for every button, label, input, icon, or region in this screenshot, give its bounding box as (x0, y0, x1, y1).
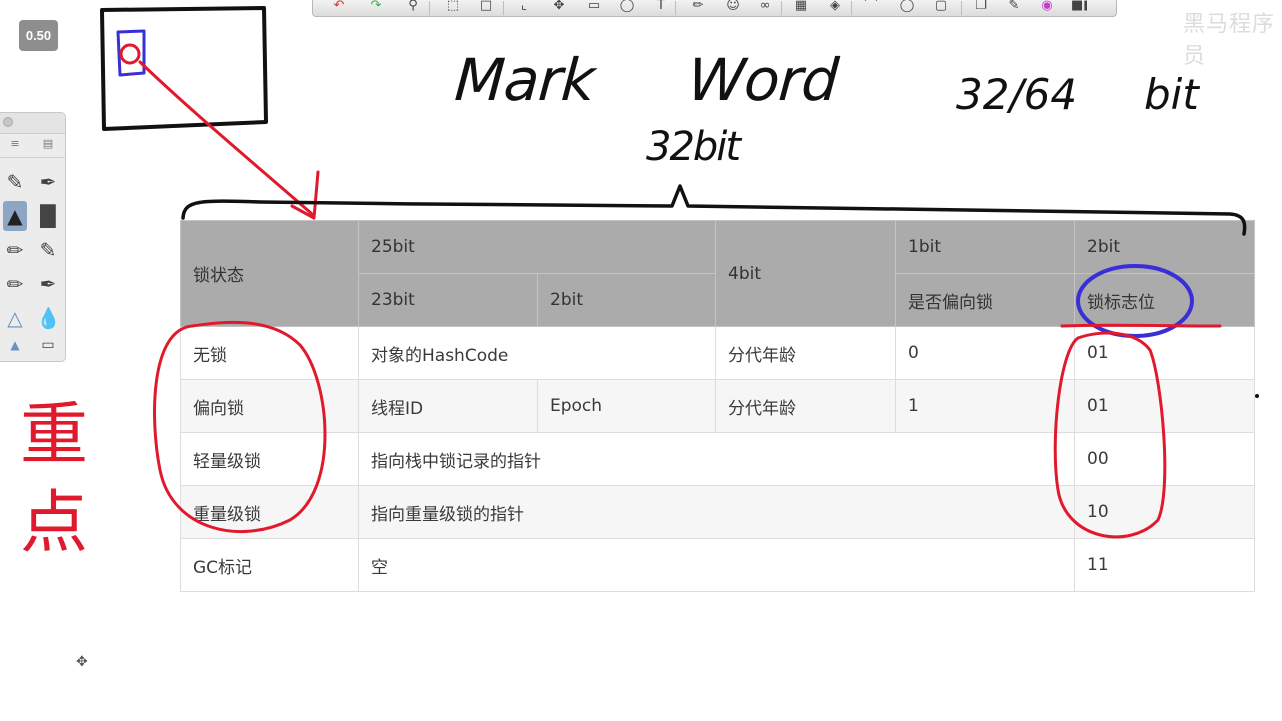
row-state: 无锁 (180, 326, 359, 380)
row-biased: 1 (895, 379, 1075, 433)
bits-unit-label: bit (1144, 70, 1199, 119)
row-age: 分代年龄 (715, 379, 896, 433)
brush-pen-icon[interactable]: ✏ (3, 269, 27, 299)
crop-icon[interactable]: ⌞ (516, 0, 532, 12)
header-1bit: 1bit (895, 220, 1075, 274)
airbrush-icon[interactable]: △ (3, 303, 27, 333)
pencil-icon[interactable]: ✎ (3, 167, 27, 197)
cylinder-icon[interactable]: ◯ (619, 0, 635, 12)
header-lock-flag: 锁标志位 (1074, 273, 1255, 327)
zoom-level-badge: 0.50 (19, 20, 58, 51)
row-state: 重量级锁 (180, 485, 359, 539)
row-state: 轻量级锁 (180, 432, 359, 486)
triangle-icon[interactable]: ▲ (3, 335, 27, 355)
marker-icon[interactable]: ▲ (3, 201, 27, 231)
mark-word-title-left: Mark (452, 46, 597, 114)
row-content: 指向栈中锁记录的指针 (358, 432, 1075, 486)
header-25bit: 25bit (358, 220, 716, 274)
top-toolbar: ↶ ↷ ⚲ ⬚ □ ⌞ ✥ ▭ ◯ T ✏ ☺ ∞ ▦ ◈ ⌒ ◯ ▢ ❐ ✎ … (312, 0, 1117, 17)
row-content: 空 (358, 538, 1075, 592)
calligraphy-icon[interactable]: ✒ (36, 269, 60, 299)
watermark-logo: 黑马程序员 (1183, 12, 1276, 69)
header-4bit: 4bit (715, 220, 896, 327)
curve-icon[interactable]: ⌒ (863, 0, 879, 12)
crosshair-cursor-icon: ✥ (76, 654, 88, 670)
eraser-icon[interactable]: ▭ (36, 335, 60, 355)
table-row: GC标记 空 11 (180, 538, 1255, 592)
perspective-icon[interactable]: ◈ (827, 0, 843, 12)
row-state: 偏向锁 (180, 379, 359, 433)
row-content: 指向重量级锁的指针 (358, 485, 1075, 539)
sliders-icon[interactable]: ≡ (6, 137, 24, 151)
redo-icon[interactable]: ↷ (368, 0, 384, 12)
row-content: 对象的HashCode (358, 326, 716, 380)
color-wheel-icon[interactable]: ◉ (1039, 0, 1055, 12)
row-flag: 00 (1074, 432, 1255, 486)
mark-word-title-right: Word (685, 46, 840, 114)
brush-library-icon[interactable]: ✎ (1006, 0, 1022, 12)
zoom-icon[interactable]: ⚲ (405, 0, 421, 12)
brush-tool-panel: ≡ ▤ ✎ ✒ ▲ █ ✏ ✎ ✏ ✒ △ 💧 ▲ ▭ (0, 112, 66, 362)
table-row: 轻量级锁 指向栈中锁记录的指针 00 (180, 432, 1255, 486)
object-box-sketch (100, 6, 268, 131)
brace-32bit-label: 32bit (646, 124, 741, 170)
emoji-icon[interactable]: ☺ (725, 0, 741, 12)
more-icon[interactable]: ■■ (1071, 0, 1087, 12)
header-2bit: 2bit (1074, 220, 1255, 274)
header-23bit: 23bit (358, 273, 538, 327)
row-flag: 01 (1074, 379, 1255, 433)
header-box-sketch (116, 29, 146, 77)
panel-tabs: ≡ ▤ (0, 133, 66, 158)
fountain-pen-icon[interactable]: ✒ (36, 167, 60, 197)
marquee-icon[interactable]: □ (478, 0, 494, 12)
row-thread-id: 线程ID (358, 379, 538, 433)
highlighter-icon[interactable]: █ (36, 201, 60, 231)
row-age: 分代年龄 (715, 326, 896, 380)
ruler-icon[interactable]: ✏ (690, 0, 706, 12)
brush-list-icon[interactable]: ▤ (39, 137, 57, 151)
table-row: 无锁 对象的HashCode 分代年龄 0 01 (180, 326, 1255, 380)
table-header-row: 锁状态 25bit 4bit 1bit 2bit (180, 220, 1255, 327)
row-epoch: Epoch (537, 379, 716, 433)
text-icon[interactable]: T (653, 0, 669, 12)
row-flag: 10 (1074, 485, 1255, 539)
transform-icon[interactable]: ✥ (551, 0, 567, 12)
blender-icon[interactable]: 💧 (36, 303, 61, 333)
bits-size-label: 32/64 (956, 70, 1078, 119)
grid-icon[interactable]: ▦ (793, 0, 809, 12)
mark-word-table: 锁状态 25bit 4bit 1bit 2bit 23bit 2bit 是否偏向… (180, 220, 1255, 592)
row-state: GC标记 (180, 538, 359, 592)
header-lock-state: 锁状态 (180, 220, 359, 327)
layers-icon[interactable]: ❐ (973, 0, 989, 12)
header-biased-flag: 是否偏向锁 (895, 273, 1075, 327)
chisel-icon[interactable]: ✎ (36, 235, 60, 265)
symmetry-icon[interactable]: ∞ (757, 0, 773, 12)
shape-icon[interactable]: ▢ (933, 0, 949, 12)
table-row: 偏向锁 线程ID Epoch 分代年龄 1 01 (180, 379, 1255, 433)
row-flag: 11 (1074, 538, 1255, 592)
row-flag: 01 (1074, 326, 1255, 380)
important-note: 重点 (20, 396, 89, 563)
row-biased: 0 (895, 326, 1075, 380)
arrow-line (138, 60, 314, 216)
stray-dot (1255, 394, 1259, 398)
panel-close-icon[interactable] (3, 117, 13, 127)
header-circle-sketch (119, 43, 141, 65)
ellipse-icon[interactable]: ◯ (899, 0, 915, 12)
ink-pen-icon[interactable]: ✏ (3, 235, 27, 265)
select-icon[interactable]: ⬚ (445, 0, 461, 12)
header-2bit-epoch: 2bit (537, 273, 716, 327)
arrow-head (290, 170, 320, 220)
undo-icon[interactable]: ↶ (331, 0, 347, 12)
table-row: 重量级锁 指向重量级锁的指针 10 (180, 485, 1255, 539)
rectangle-icon[interactable]: ▭ (586, 0, 602, 12)
